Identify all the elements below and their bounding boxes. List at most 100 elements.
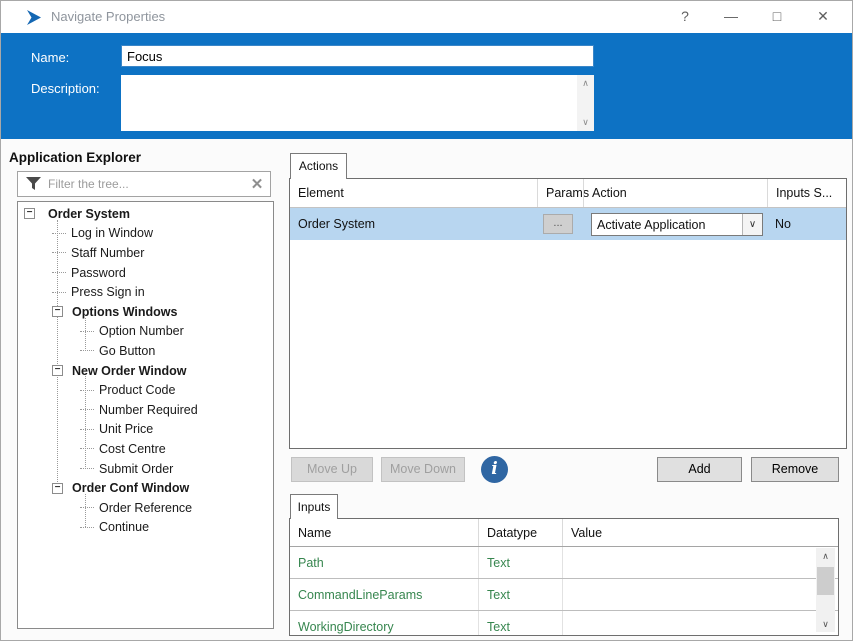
action-element-cell: Order System: [298, 217, 376, 231]
tree-item[interactable]: − Order System: [18, 204, 273, 224]
tree-item[interactable]: − Order Conf Window: [18, 478, 273, 498]
action-dropdown-value: Activate Application: [597, 217, 706, 232]
actions-table-header: Element Params Action Inputs S...: [290, 179, 846, 208]
tree-item-label: Staff Number: [71, 245, 145, 260]
description-label: Description:: [31, 81, 100, 96]
tree-connector: [80, 468, 94, 470]
input-value-cell[interactable]: [562, 579, 838, 610]
tab-actions[interactable]: Actions: [290, 153, 347, 179]
input-name-cell: Path: [298, 555, 324, 570]
tree-item-label: Order Reference: [99, 500, 193, 515]
name-input[interactable]: [121, 45, 594, 67]
tree-item[interactable]: − Options Windows: [18, 302, 273, 322]
inputs-table: Name Datatype Value Path Text CommandLin…: [289, 518, 839, 636]
tree-filter-input[interactable]: [48, 177, 244, 191]
scroll-up-icon[interactable]: ∧: [582, 78, 589, 89]
tree-item[interactable]: − New Order Window: [18, 361, 273, 381]
tree-item-label: Product Code: [99, 383, 176, 398]
table-row[interactable]: Path Text: [290, 547, 838, 579]
tree-connector: [52, 252, 66, 254]
tree-item[interactable]: Cost Centre: [18, 439, 273, 459]
scroll-down-icon[interactable]: ∨: [582, 117, 589, 128]
collapse-icon[interactable]: −: [52, 482, 63, 494]
tree-item[interactable]: Number Required: [18, 400, 273, 420]
minimize-button[interactable]: —: [708, 1, 754, 33]
actions-table: Element Params Action Inputs S... Order …: [289, 178, 847, 449]
column-header-params[interactable]: Params: [537, 179, 589, 207]
tree-item-label: Order System: [48, 206, 130, 221]
scroll-down-icon[interactable]: ∨: [822, 616, 829, 632]
tree-connector: [80, 507, 94, 509]
input-value-cell[interactable]: [562, 547, 838, 578]
tree-item[interactable]: Option Number: [18, 322, 273, 342]
maximize-button[interactable]: □: [754, 1, 800, 33]
tree-item-label: Go Button: [99, 343, 156, 358]
tree-item-label: Option Number: [99, 324, 184, 339]
tree-item[interactable]: Go Button: [18, 341, 273, 361]
column-header-value[interactable]: Value: [562, 519, 838, 546]
tree-item-label: Number Required: [99, 402, 198, 417]
column-header-action[interactable]: Action: [583, 179, 767, 207]
filter-clear-icon[interactable]: ✕: [244, 175, 270, 193]
move-up-button[interactable]: Move Up: [291, 457, 373, 482]
input-datatype-cell: Text: [478, 579, 562, 610]
scroll-up-icon[interactable]: ∧: [822, 548, 829, 564]
tree-connector: [80, 350, 94, 352]
tree-item[interactable]: Submit Order: [18, 459, 273, 479]
tree-item[interactable]: Password: [18, 263, 273, 283]
tree-item[interactable]: Order Reference: [18, 498, 273, 518]
table-row[interactable]: Order System ... Activate Application ∨ …: [290, 208, 846, 240]
collapse-icon[interactable]: −: [24, 208, 35, 220]
tree-connector: [80, 389, 94, 391]
move-down-button[interactable]: Move Down: [381, 457, 465, 482]
application-explorer-title: Application Explorer: [9, 150, 142, 165]
params-button[interactable]: ...: [543, 214, 573, 234]
tree-item[interactable]: Log in Window: [18, 224, 273, 244]
tab-inputs[interactable]: Inputs: [290, 494, 338, 519]
chevron-down-icon[interactable]: ∨: [742, 213, 762, 235]
tree-item[interactable]: Unit Price: [18, 420, 273, 440]
input-datatype-cell: Text: [478, 547, 562, 578]
tree-connector: [80, 428, 94, 430]
collapse-icon[interactable]: −: [52, 306, 63, 318]
tree-item[interactable]: Staff Number: [18, 243, 273, 263]
tree-connector: [52, 232, 66, 234]
application-tree[interactable]: − Order System Log in Window Staff Number…: [17, 201, 274, 629]
tree-item-label: Press Sign in: [71, 285, 145, 300]
tree-item[interactable]: Product Code: [18, 380, 273, 400]
input-datatype-cell: Text: [478, 611, 562, 635]
tree-connector: [80, 409, 94, 411]
column-header-name[interactable]: Name: [290, 519, 478, 546]
help-button[interactable]: ?: [662, 1, 708, 33]
tree-item[interactable]: Continue: [18, 518, 273, 538]
collapse-icon[interactable]: −: [52, 365, 63, 377]
tree-connector: [52, 291, 66, 293]
input-value-cell[interactable]: [562, 611, 838, 635]
column-header-datatype[interactable]: Datatype: [478, 519, 562, 546]
info-icon[interactable]: i: [481, 456, 508, 483]
remove-button[interactable]: Remove: [751, 457, 839, 482]
tree-item-label: Submit Order: [99, 461, 174, 476]
column-header-inputs-set[interactable]: Inputs S...: [767, 179, 846, 207]
description-scrollbar[interactable]: ∧ ∨: [577, 75, 594, 131]
navigate-stage-icon: [27, 10, 41, 25]
tree-connector: [80, 526, 94, 528]
filter-icon: [26, 177, 41, 190]
tree-filter-box: ✕: [17, 171, 271, 197]
description-input[interactable]: [121, 75, 577, 131]
add-button[interactable]: Add: [657, 457, 742, 482]
inputs-scrollbar[interactable]: ∧ ∨: [816, 548, 835, 632]
tree-item[interactable]: Press Sign in: [18, 282, 273, 302]
close-button[interactable]: ✕: [800, 1, 846, 33]
column-header-element[interactable]: Element: [290, 179, 537, 207]
tree-item-label: Unit Price: [99, 422, 154, 437]
inputs-set-cell: No: [775, 217, 791, 231]
scrollbar-thumb[interactable]: [817, 567, 834, 595]
action-dropdown[interactable]: Activate Application ∨: [591, 212, 763, 236]
tree-connector: [80, 330, 94, 332]
table-row[interactable]: CommandLineParams Text: [290, 579, 838, 611]
navigate-properties-dialog: Navigate Properties ? — □ ✕ Name: Descri…: [0, 0, 853, 641]
tree-item-label: Password: [71, 265, 126, 280]
tree-connector: [52, 272, 66, 274]
table-row[interactable]: WorkingDirectory Text: [290, 611, 838, 635]
